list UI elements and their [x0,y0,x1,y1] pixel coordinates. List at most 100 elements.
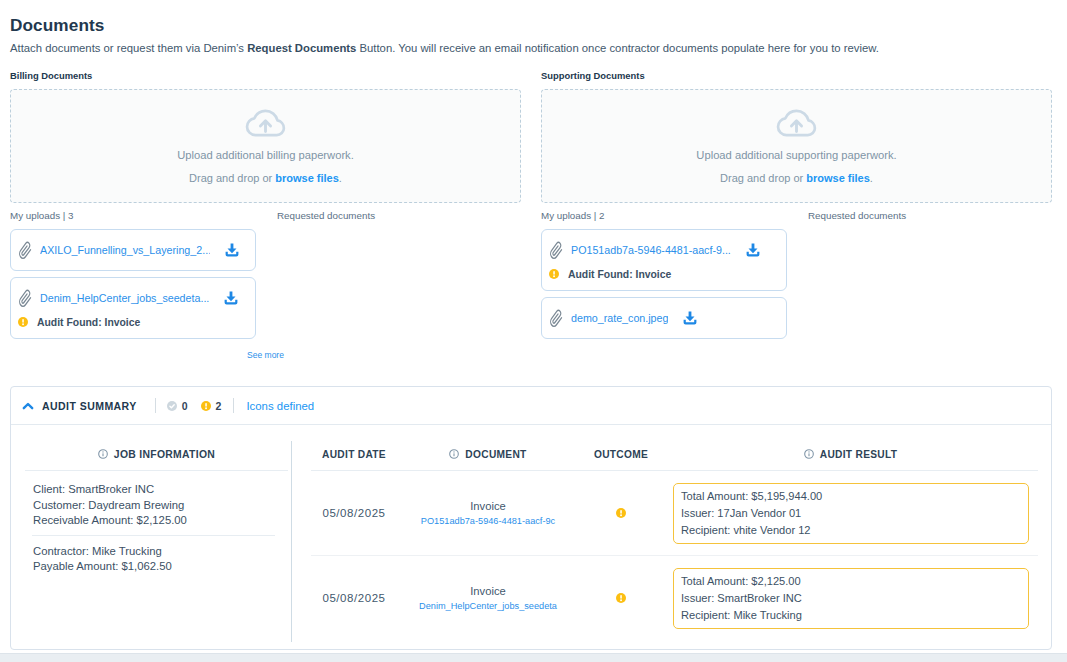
audit-found-label: Audit Found: Invoice [37,317,140,328]
job-payable: Payable Amount: $1,062.50 [33,559,288,575]
see-more-link[interactable]: See more [10,350,521,360]
billing-documents-section: Billing Documents Upload additional bill… [10,63,521,360]
collapse-chevron-icon[interactable] [22,401,34,411]
document-cell: Invoice Denim_HelpCenter_jobs_seedeta [397,584,579,613]
audit-summary-panel: AUDIT SUMMARY 0 2 Icons defined JOB INFO… [10,386,1052,650]
file-row: AXILO_Funnelling_vs_Layering_2... [18,238,240,262]
vertical-divider [291,441,292,642]
billing-requested-documents-tab[interactable]: Requested documents [277,208,521,223]
audit-found-row: Audit Found: Invoice [18,312,240,332]
file-name-link[interactable]: AXILO_Funnelling_vs_Layering_2... [40,244,210,256]
warning-icon [549,269,559,279]
file-card-po151: PO151adb7a-5946-4481-aacf-9... Audit Fou… [541,229,787,291]
documents-screen: Documents Attach documents or request th… [0,0,1067,662]
audit-summary-header: AUDIT SUMMARY 0 2 Icons defined [11,387,1051,425]
page-background-strip [0,653,1067,662]
paperclip-icon [18,289,32,308]
result-recipient: Recipient: Mike Trucking [681,607,1020,624]
warning-icon [18,317,28,327]
billing-my-uploads-tab[interactable]: My uploads | 3 [10,208,257,223]
audit-result-box: Total Amount: $2,125.00 Issuer: SmartBro… [673,568,1029,629]
warning-icon [616,593,626,603]
supporting-dropzone[interactable]: Upload additional supporting paperwork. … [541,89,1052,203]
file-row: Denim_HelpCenter_jobs_seedeta... [18,286,240,310]
billing-drag-drop-hint: Drag and drop or browse files. [189,170,342,186]
supporting-my-uploads-tab[interactable]: My uploads | 2 [541,208,788,223]
info-icon [449,449,459,459]
subtitle-bold-request-documents: Request Documents [247,42,356,54]
billing-browse-files-link[interactable]: browse files [275,172,339,184]
result-total-amount: Total Amount: $5,195,944.00 [681,488,1020,505]
paperclip-icon [18,241,32,260]
supporting-browse-files-link[interactable]: browse files [806,172,870,184]
column-document: DOCUMENT [397,449,579,460]
file-name-link[interactable]: demo_rate_con.jpeg [571,312,668,324]
billing-documents-label: Billing Documents [10,63,521,89]
audit-date-cell: 05/08/2025 [311,592,397,604]
billing-my-uploads-column: My uploads | 3 AXILO_Funnelling_vs_Layer… [10,208,257,345]
file-row: demo_rate_con.jpeg [549,306,771,330]
supporting-upload-hint: Upload additional supporting paperwork. [696,147,896,163]
paperclip-icon [549,309,563,328]
job-customer: Customer: Daydream Brewing [33,498,288,514]
info-icon [804,449,814,459]
download-icon[interactable] [682,310,698,326]
document-cell: Invoice PO151adb7a-5946-4481-aacf-9c [397,499,579,528]
column-audit-result: AUDIT RESULT [663,449,1038,460]
job-information-label: JOB INFORMATION [114,449,215,460]
file-name-link[interactable]: PO151adb7a-5946-4481-aacf-9... [571,244,731,256]
page-header: Documents Attach documents or request th… [10,0,1052,54]
supporting-drag-drop-hint: Drag and drop or browse files. [720,170,873,186]
info-icon [98,449,108,459]
outcome-cell [579,508,663,518]
download-icon[interactable] [223,290,239,306]
document-link[interactable]: Denim_HelpCenter_jobs_seedeta [418,600,558,613]
file-name-link[interactable]: Denim_HelpCenter_jobs_seedeta... [40,292,209,304]
audit-found-row: Audit Found: Invoice [549,264,771,284]
job-receivable: Receivable Amount: $2,125.00 [33,513,288,529]
audit-result-box: Total Amount: $5,195,944.00 Issuer: 17Ja… [673,483,1029,544]
audit-result-cell: Total Amount: $5,195,944.00 Issuer: 17Ja… [663,483,1038,544]
cloud-upload-icon [244,107,287,139]
audit-found-label: Audit Found: Invoice [568,269,671,280]
billing-dropzone[interactable]: Upload additional billing paperwork. Dra… [10,89,521,203]
drag-drop-text: Drag and drop or [720,172,806,184]
warning-icon [201,401,211,411]
audit-result-cell: Total Amount: $2,125.00 Issuer: SmartBro… [663,568,1038,629]
billing-upload-cards: AXILO_Funnelling_vs_Layering_2... Denim_… [10,229,257,339]
billing-subcolumns: My uploads | 3 AXILO_Funnelling_vs_Layer… [10,208,521,345]
supporting-requested-documents-tab[interactable]: Requested documents [808,208,1052,223]
page-subtitle: Attach documents or request them via Den… [10,42,1052,54]
download-icon[interactable] [224,242,240,258]
billing-requested-column: Requested documents [257,208,521,345]
audit-table-row: 05/08/2025 Invoice Denim_HelpCenter_jobs… [311,556,1038,640]
document-link[interactable]: PO151adb7a-5946-4481-aacf-9c [418,515,558,528]
cloud-upload-icon [775,107,818,139]
pass-count: 0 [182,400,188,412]
audit-table: AUDIT DATE DOCUMENT OUTCOME AUDIT RESULT… [291,425,1051,650]
supporting-documents-label: Supporting Documents [541,63,1052,89]
job-client: Client: SmartBroker INC [33,482,288,498]
warning-icon [616,508,626,518]
subtitle-text: Attach documents or request them via Den… [10,42,247,54]
check-circle-icon [167,401,177,411]
download-icon[interactable] [745,242,761,258]
job-information-panel: JOB INFORMATION Client: SmartBroker INC … [11,425,291,650]
job-contractor-group: Contractor: Mike Trucking Payable Amount… [25,544,288,575]
job-info-divider [32,535,275,536]
page-title: Documents [10,0,1052,36]
paperclip-icon [549,241,563,260]
supporting-documents-section: Supporting Documents Upload additional s… [541,63,1052,360]
result-total-amount: Total Amount: $2,125.00 [681,573,1020,590]
audit-date-cell: 05/08/2025 [311,507,397,519]
job-contractor: Contractor: Mike Trucking [33,544,288,560]
supporting-subcolumns: My uploads | 2 PO151adb7a-5946-4481-aacf… [541,208,1052,345]
warning-count: 2 [216,400,222,412]
icons-defined-link[interactable]: Icons defined [246,400,314,412]
billing-upload-hint: Upload additional billing paperwork. [177,147,354,163]
header-separator [155,398,156,413]
job-information-header: JOB INFORMATION [25,425,288,471]
file-row: PO151adb7a-5946-4481-aacf-9... [549,238,771,262]
result-issuer: Issuer: SmartBroker INC [681,590,1020,607]
result-recipient: Recipient: vhite Vendor 12 [681,522,1020,539]
